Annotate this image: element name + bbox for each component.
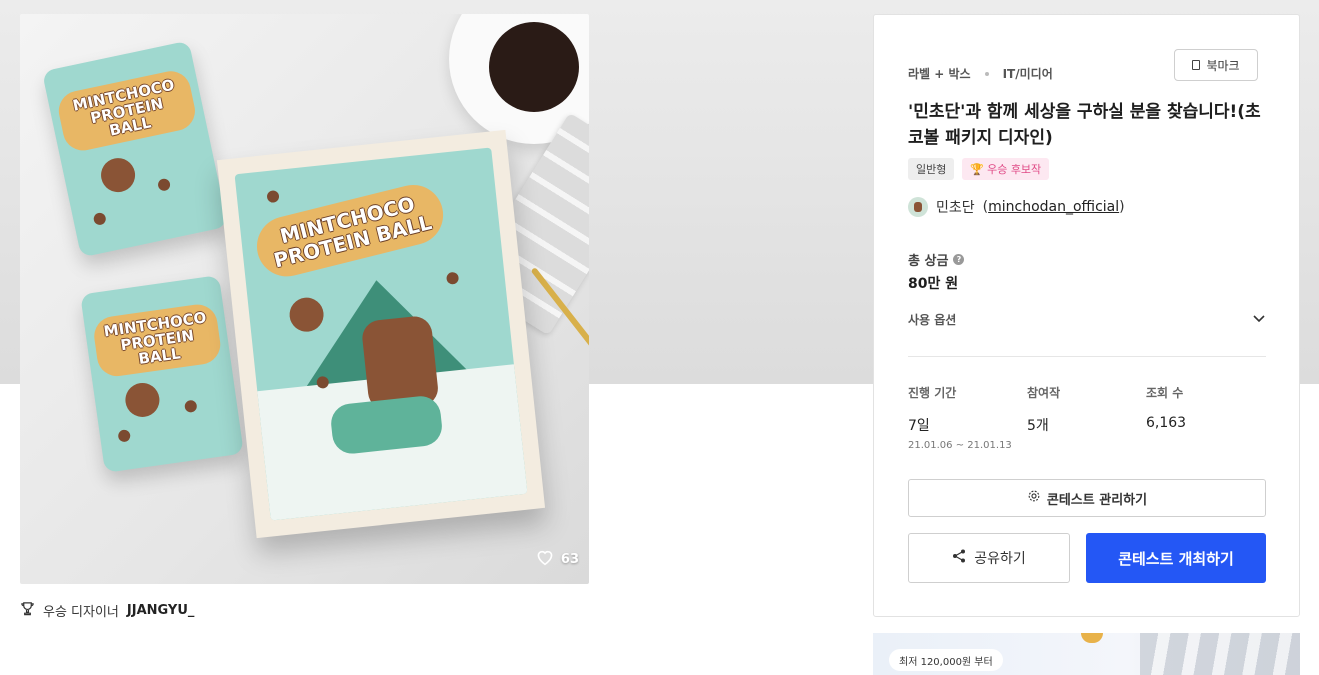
manage-contest-button[interactable]: 콘테스트 관리하기	[908, 479, 1266, 517]
choco-dot-graphic	[92, 211, 107, 226]
prize-label: 총 상금 ?	[908, 250, 965, 269]
trophy-icon: 🏆	[970, 162, 985, 176]
bookmark-label: 북마크	[1206, 58, 1240, 73]
like-counter[interactable]: 63	[535, 548, 579, 570]
manage-contest-label: 콘테스트 관리하기	[1046, 492, 1148, 508]
box-title: MINTCHOCO PROTEIN BALL	[250, 178, 450, 283]
choco-ball-graphic	[97, 154, 139, 196]
stat-label: 참여작	[1027, 386, 1061, 400]
share-button[interactable]: 공유하기	[908, 533, 1070, 583]
separator-dot	[984, 71, 989, 76]
prize-value: 80만 원	[908, 276, 959, 292]
stat-duration: 진행 기간 7일 21.01.06 ~ 21.01.13	[908, 384, 1027, 451]
gear-icon	[1027, 489, 1041, 507]
candidate-badge-label: 우승 후보작	[987, 163, 1042, 176]
chevron-down-icon[interactable]	[1252, 311, 1266, 328]
stat-label: 진행 기간	[908, 386, 957, 400]
host-avatar	[908, 197, 928, 217]
bookmark-icon	[1192, 60, 1201, 70]
choco-dot-graphic	[117, 429, 132, 443]
host-handle-wrap[interactable]: (minchodan_official)	[983, 199, 1125, 215]
promo-artwork	[1140, 633, 1300, 675]
winner-designer: 우승 디자이너 JJANGYU_	[20, 601, 194, 620]
stat-value: 5개	[1027, 418, 1049, 434]
choco-dot-graphic	[184, 399, 198, 414]
heart-icon[interactable]	[535, 548, 555, 570]
promo-banner[interactable]: 최저 120,000원 부터	[873, 633, 1300, 675]
winner-label: 우승 디자이너	[43, 605, 119, 620]
choco-ball-graphic	[123, 380, 162, 420]
usage-options-label: 사용 옵션	[908, 313, 957, 327]
promo-price-pill: 최저 120,000원 부터	[889, 649, 1003, 671]
stat-label: 조회 수	[1146, 386, 1184, 400]
winner-name[interactable]: JJANGYU_	[127, 603, 194, 618]
candidate-badge: 🏆 우승 후보작	[962, 158, 1050, 180]
prize-label-text: 총 상금	[908, 254, 949, 269]
contest-title: '민초단'과 함께 세상을 구하실 분을 찾습니다!(초코볼 패키지 디자인)	[908, 102, 1261, 148]
host-handle[interactable]: minchodan_official	[988, 199, 1119, 215]
pouch-label: MINTCHOCO PROTEIN BALL	[55, 67, 199, 155]
category-breadcrumb: 라벨 + 박스 IT/미디어	[908, 65, 1053, 82]
choco-dot-graphic	[266, 189, 280, 204]
divider	[908, 356, 1266, 357]
type-badge: 일반형	[908, 158, 955, 180]
contest-info-panel: 북마크 라벨 + 박스 IT/미디어 '민초단'과 함께 세상을 구하실 분을 …	[873, 14, 1300, 617]
help-icon[interactable]: ?	[953, 254, 965, 265]
bookmark-button[interactable]: 북마크	[1174, 49, 1258, 81]
coin-graphic	[1081, 633, 1103, 643]
badge-group: 일반형 🏆 우승 후보작	[908, 158, 1050, 180]
host-contest-button[interactable]: 콘테스트 개최하기	[1086, 533, 1266, 583]
product-pouch: MINTCHOCO PROTEIN BALL	[41, 40, 229, 258]
category-item[interactable]: 라벨 + 박스	[908, 65, 971, 82]
like-count: 63	[560, 551, 579, 567]
usage-options-toggle[interactable]: 사용 옵션	[908, 311, 1266, 328]
product-pouch: MINTCHOCO PROTEIN BALL	[80, 275, 244, 473]
contest-stats: 진행 기간 7일 21.01.06 ~ 21.01.13 참여작 5개 조회 수…	[908, 384, 1266, 451]
host-info[interactable]: 민초단 (minchodan_official)	[908, 197, 1125, 217]
share-icon	[952, 549, 966, 567]
stat-date-range: 21.01.06 ~ 21.01.13	[908, 440, 1012, 451]
box-artwork: MINTCHOCO PROTEIN BALL	[234, 147, 528, 521]
stat-entries: 참여작 5개	[1027, 384, 1146, 451]
category-item[interactable]: IT/미디어	[1003, 65, 1053, 82]
stat-value: 6,163	[1146, 415, 1187, 431]
hero-image[interactable]: MINTCHOCO PROTEIN BALL MINTCHOCO PROTEIN…	[20, 14, 589, 584]
trophy-icon	[20, 601, 35, 620]
host-name: 민초단	[936, 200, 975, 216]
choco-dot-graphic	[156, 177, 172, 192]
stat-value: 7일	[908, 418, 930, 434]
stat-views: 조회 수 6,163	[1146, 384, 1265, 451]
share-label: 공유하기	[974, 551, 1026, 567]
product-box: MINTCHOCO PROTEIN BALL	[216, 129, 546, 539]
pouch-label: MINTCHOCO PROTEIN BALL	[91, 301, 223, 379]
